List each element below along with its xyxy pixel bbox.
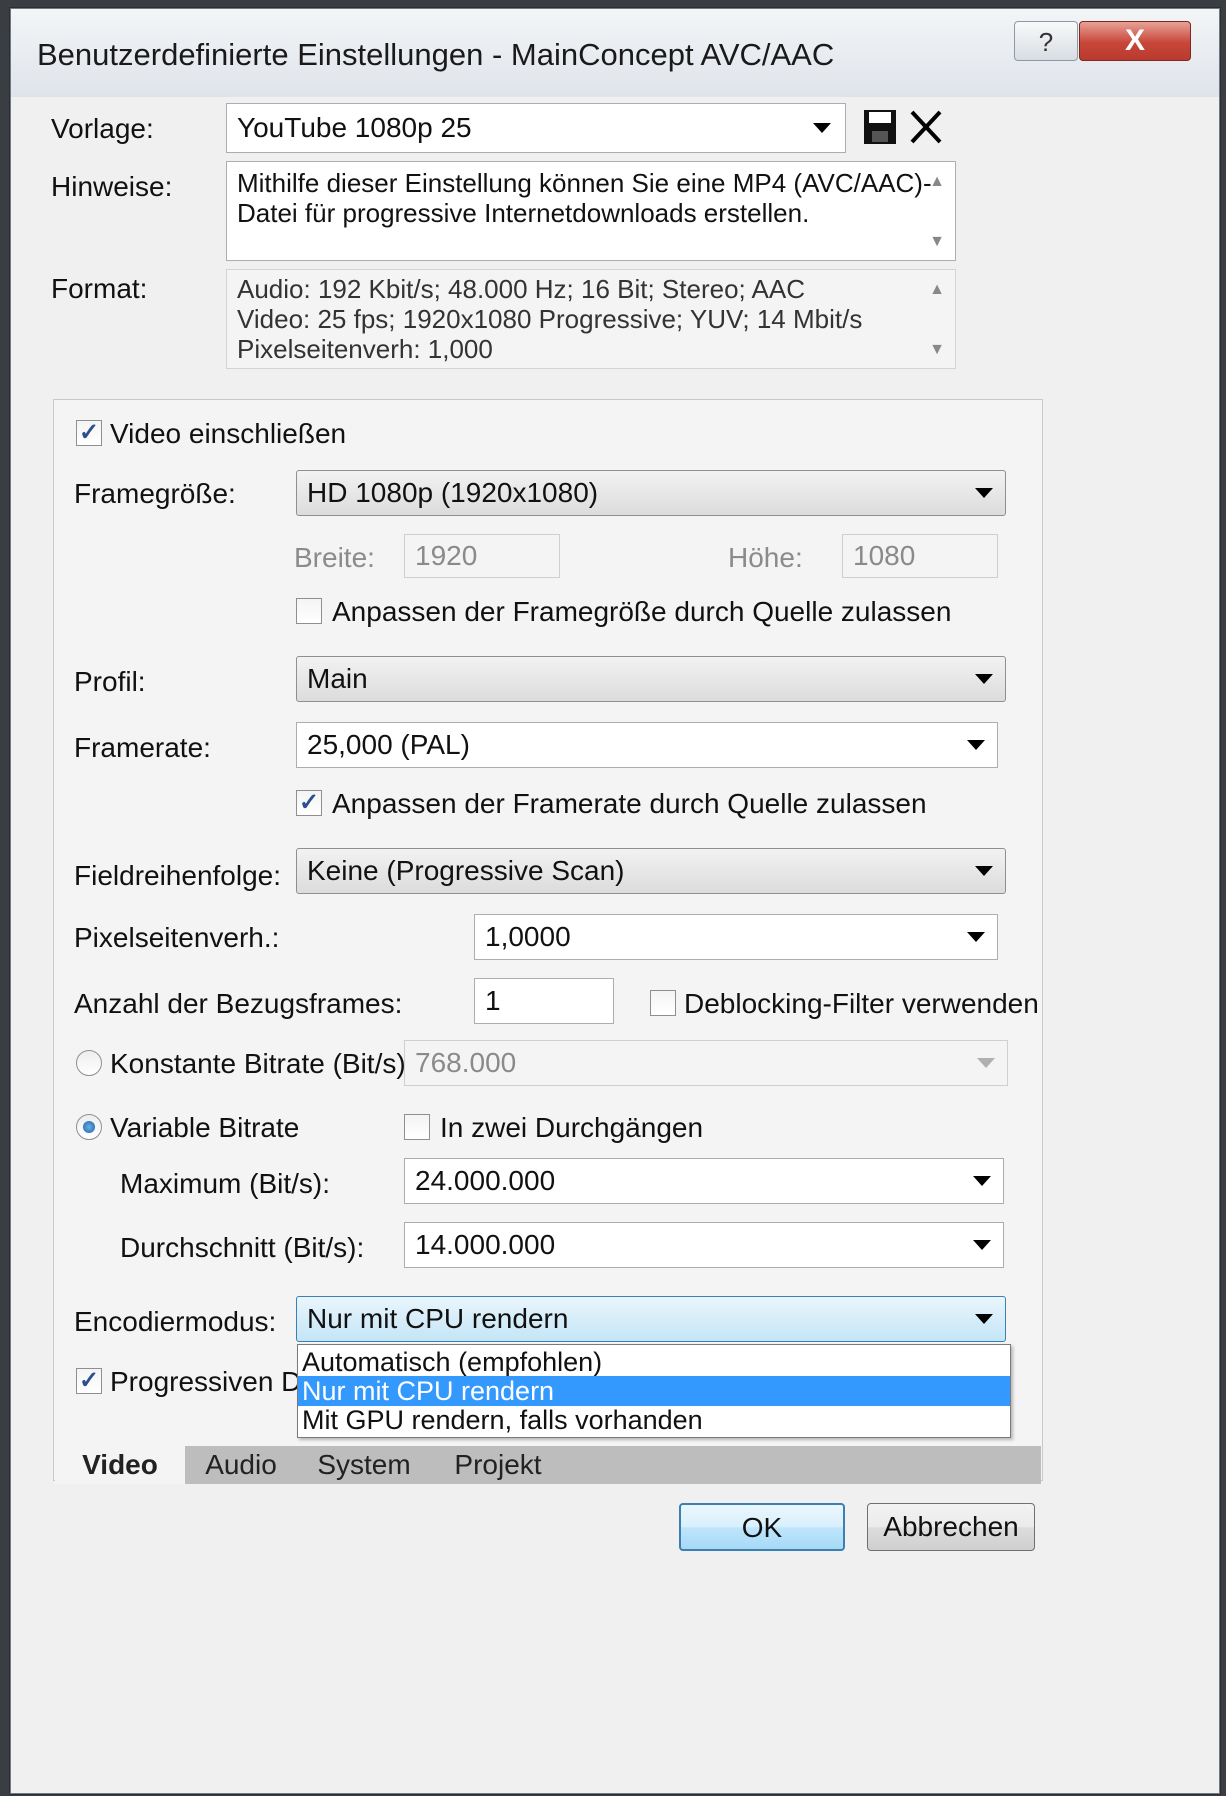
- tab-video[interactable]: Video: [55, 1446, 185, 1484]
- format-line-3: Pixelseitenverh: 1,000: [237, 334, 493, 364]
- hinweise-label: Hinweise:: [51, 171, 173, 202]
- radio-selected-dot: [83, 1121, 95, 1133]
- hinweise-textarea[interactable]: Mithilfe dieser Einstellung können Sie e…: [226, 161, 956, 261]
- chevron-down-icon: [975, 488, 993, 498]
- vorlage-label: Vorlage:: [51, 113, 154, 144]
- floppy-disk-icon[interactable]: [863, 109, 897, 145]
- allow-framerate-checkbox[interactable]: ✓: [296, 790, 322, 816]
- dropdown-option-gpu[interactable]: Mit GPU rendern, falls vorhanden: [298, 1405, 1010, 1435]
- pixel-aspect-combo[interactable]: 1,0000: [474, 914, 998, 960]
- include-video-label: Video einschließen: [110, 418, 347, 449]
- format-label: Format:: [51, 273, 148, 304]
- max-bitrate-label: Maximum (Bit/s):: [120, 1168, 330, 1199]
- framesize-combo[interactable]: HD 1080p (1920x1080): [296, 470, 1006, 516]
- window-title: Benutzerdefinierte Einstellungen - MainC…: [37, 37, 835, 72]
- height-input[interactable]: 1080: [842, 534, 998, 578]
- format-textarea: Audio: 192 Kbit/s; 48.000 Hz; 16 Bit; St…: [226, 269, 956, 369]
- framerate-label: Framerate:: [74, 732, 211, 763]
- height-label: Höhe:: [728, 542, 803, 573]
- dropdown-option-cpu[interactable]: Nur mit CPU rendern: [298, 1376, 1010, 1406]
- chevron-down-icon: [813, 123, 831, 133]
- dialog-window: Benutzerdefinierte Einstellungen - MainC…: [10, 8, 1220, 1794]
- encode-mode-value: Nur mit CPU rendern: [307, 1303, 569, 1334]
- vorlage-value: YouTube 1080p 25: [237, 112, 472, 143]
- vorlage-combo[interactable]: YouTube 1080p 25: [226, 103, 846, 153]
- framerate-value: 25,000 (PAL): [307, 729, 470, 760]
- format-line-1: Audio: 192 Kbit/s; 48.000 Hz; 16 Bit; St…: [237, 274, 806, 304]
- allow-framesize-label: Anpassen der Framegröße durch Quelle zul…: [332, 596, 952, 627]
- chevron-down-icon: [975, 674, 993, 684]
- cbr-label: Konstante Bitrate (Bit/s):: [110, 1048, 414, 1079]
- avg-bitrate-value: 14.000.000: [415, 1229, 556, 1260]
- two-pass-checkbox[interactable]: [404, 1114, 430, 1140]
- chevron-down-icon: [967, 932, 985, 942]
- ref-frames-label: Anzahl der Bezugsframes:: [74, 988, 403, 1019]
- tab-strip: Video Audio System Projekt: [55, 1446, 1041, 1484]
- chevron-down-icon: [975, 866, 993, 876]
- chevron-down-icon: [975, 1314, 993, 1324]
- profile-combo[interactable]: Main: [296, 656, 1006, 702]
- field-order-value: Keine (Progressive Scan): [307, 855, 625, 886]
- width-input[interactable]: 1920: [404, 534, 560, 578]
- vbr-label: Variable Bitrate: [110, 1112, 300, 1143]
- max-bitrate-value: 24.000.000: [415, 1165, 556, 1196]
- max-bitrate-combo[interactable]: 24.000.000: [404, 1158, 1004, 1204]
- title-bar: Benutzerdefinierte Einstellungen - MainC…: [11, 9, 1219, 97]
- pixel-aspect-value: 1,0000: [485, 921, 571, 952]
- profile-value: Main: [307, 663, 368, 694]
- dropdown-option-auto[interactable]: Automatisch (empfohlen): [298, 1347, 1010, 1377]
- field-order-label: Fieldreihenfolge:: [74, 860, 282, 891]
- two-pass-label: In zwei Durchgängen: [440, 1112, 704, 1143]
- chevron-down-icon: [973, 1240, 991, 1250]
- scroll-down-icon[interactable]: ▼: [926, 233, 948, 251]
- chevron-down-icon: [977, 1058, 995, 1068]
- allow-framesize-checkbox[interactable]: [296, 598, 322, 624]
- cbr-radio[interactable]: [76, 1050, 102, 1076]
- tab-system[interactable]: System: [299, 1446, 429, 1484]
- scroll-up-icon[interactable]: ▲: [926, 281, 948, 299]
- help-button[interactable]: ?: [1014, 21, 1078, 61]
- profile-label: Profil:: [74, 666, 146, 697]
- ok-button[interactable]: OK: [679, 1503, 845, 1551]
- deblocking-checkbox[interactable]: [650, 990, 676, 1016]
- format-line-2: Video: 25 fps; 1920x1080 Progressive; YU…: [237, 304, 863, 334]
- hinweise-line-2: Datei für progressive Internetdownloads …: [237, 198, 810, 228]
- tab-projekt[interactable]: Projekt: [433, 1446, 563, 1484]
- framerate-combo[interactable]: 25,000 (PAL): [296, 722, 998, 768]
- include-video-checkbox[interactable]: ✓: [76, 420, 102, 446]
- allow-framerate-label: Anpassen der Framerate durch Quelle zula…: [332, 788, 927, 819]
- close-button[interactable]: X: [1079, 21, 1191, 61]
- ref-frames-input[interactable]: 1: [474, 978, 614, 1024]
- deblocking-label: Deblocking-Filter verwenden: [684, 988, 1039, 1019]
- encode-mode-combo[interactable]: Nur mit CPU rendern: [296, 1296, 1006, 1342]
- cancel-button[interactable]: Abbrechen: [867, 1503, 1035, 1551]
- hinweise-line-1: Mithilfe dieser Einstellung können Sie e…: [237, 168, 932, 198]
- vbr-radio[interactable]: [76, 1114, 102, 1140]
- chevron-down-icon: [973, 1176, 991, 1186]
- chevron-down-icon: [967, 740, 985, 750]
- encode-mode-dropdown-list: Automatisch (empfohlen) Nur mit CPU rend…: [297, 1344, 1011, 1438]
- progressive-download-checkbox[interactable]: ✓: [76, 1368, 102, 1394]
- pixel-aspect-label: Pixelseitenverh.:: [74, 922, 280, 953]
- cbr-combo[interactable]: 768.000: [404, 1040, 1008, 1086]
- avg-bitrate-label: Durchschnitt (Bit/s):: [120, 1232, 365, 1263]
- encode-mode-label: Encodiermodus:: [74, 1306, 277, 1337]
- x-delete-icon[interactable]: [909, 109, 943, 145]
- framesize-value: HD 1080p (1920x1080): [307, 477, 599, 508]
- field-order-combo[interactable]: Keine (Progressive Scan): [296, 848, 1006, 894]
- width-label: Breite:: [294, 542, 375, 573]
- scroll-down-icon[interactable]: ▼: [926, 341, 948, 359]
- scroll-up-icon[interactable]: ▲: [926, 173, 948, 191]
- avg-bitrate-combo[interactable]: 14.000.000: [404, 1222, 1004, 1268]
- framesize-label: Framegröße:: [74, 478, 236, 509]
- cbr-value: 768.000: [415, 1047, 517, 1078]
- tab-audio[interactable]: Audio: [187, 1446, 295, 1484]
- video-settings-panel: ✓ Video einschließen Framegröße: HD 1080…: [53, 399, 1043, 1481]
